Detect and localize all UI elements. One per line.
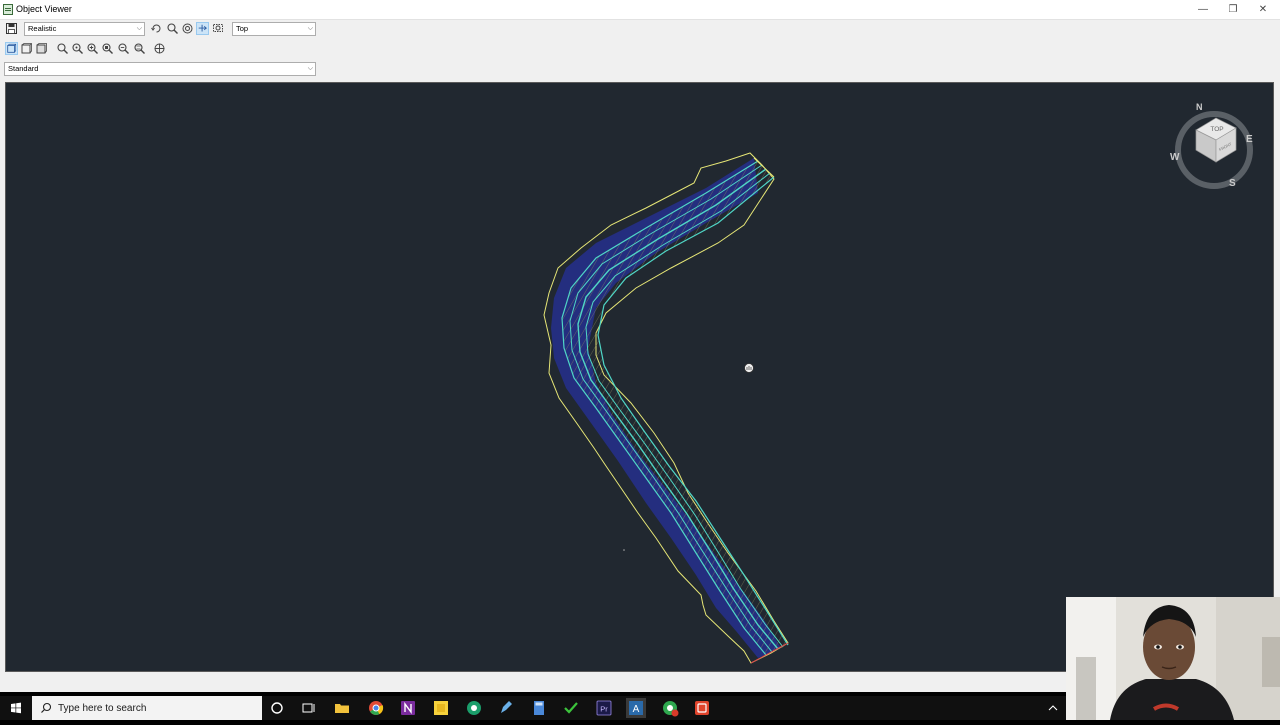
corridor-drawing: TOP FRONT N S E W xyxy=(543,102,1253,664)
zoom-window-icon[interactable] xyxy=(212,22,225,35)
start-button[interactable] xyxy=(0,696,32,720)
steering-wheel-icon[interactable] xyxy=(153,42,166,55)
object-viewer-window: Object Viewer — ❐ ✕ Realistic ⌵ Top ⌵ St… xyxy=(0,0,1280,692)
search-icon xyxy=(41,702,52,713)
compass-west[interactable]: W xyxy=(1170,152,1180,163)
zoom-all-icon[interactable] xyxy=(133,42,146,55)
zoom-plus-icon[interactable] xyxy=(86,42,99,55)
toolbar-row-1: Realistic ⌵ Top ⌵ xyxy=(0,20,320,38)
minimize-button[interactable]: — xyxy=(1188,2,1218,18)
view-value: Top xyxy=(236,24,249,33)
save-icon[interactable] xyxy=(5,22,18,35)
webcam-presenter-image xyxy=(1066,597,1280,720)
compass-south[interactable]: S xyxy=(1229,178,1236,189)
cortana-icon[interactable] xyxy=(267,698,287,718)
sticky-notes-icon[interactable] xyxy=(431,698,451,718)
civil3d-icon[interactable]: A xyxy=(626,698,646,718)
taskbar-search-box[interactable]: Type here to search xyxy=(32,696,262,720)
pan-icon[interactable] xyxy=(196,22,209,35)
view-direction-select[interactable]: Standard ⌵ xyxy=(4,62,316,76)
model-viewport[interactable]: TOP FRONT N S E W xyxy=(5,82,1274,672)
view-direction-value: Standard xyxy=(8,64,39,73)
zoom-center-icon[interactable] xyxy=(71,42,84,55)
calculator-icon[interactable] xyxy=(529,698,549,718)
webcam-overlay xyxy=(1066,597,1280,720)
onenote-icon[interactable] xyxy=(398,698,418,718)
svg-text:A: A xyxy=(633,704,640,715)
toolbar-row-2 xyxy=(0,40,320,58)
chevron-down-icon: ⌵ xyxy=(136,25,142,32)
chevron-down-icon: ⌵ xyxy=(307,25,313,32)
close-button[interactable]: ✕ xyxy=(1248,2,1278,18)
view-select[interactable]: Top ⌵ xyxy=(232,22,316,36)
file-explorer-icon[interactable] xyxy=(332,698,352,718)
recorder-icon[interactable] xyxy=(692,698,712,718)
compass-east[interactable]: E xyxy=(1246,134,1253,145)
zoom-icon[interactable] xyxy=(166,22,179,35)
3d-wireframe-icon[interactable] xyxy=(20,42,33,55)
premiere-icon[interactable]: Pr xyxy=(594,698,614,718)
zoom-minus-icon[interactable] xyxy=(117,42,130,55)
zoom-in-icon[interactable] xyxy=(56,42,69,55)
chevron-down-icon: ⌵ xyxy=(307,65,313,72)
windows-logo-icon xyxy=(11,702,21,714)
compass-north[interactable]: N xyxy=(1196,102,1203,112)
title-bar: Object Viewer — ❐ ✕ xyxy=(0,0,1280,20)
chrome-alt-icon[interactable] xyxy=(464,698,484,718)
chrome-notif-icon[interactable] xyxy=(660,698,680,718)
checkmark-icon[interactable] xyxy=(561,698,581,718)
viewcube[interactable]: TOP FRONT N S E W xyxy=(1170,102,1253,189)
point-marker xyxy=(623,549,625,551)
window-title: Object Viewer xyxy=(16,4,72,14)
2d-wireframe-icon[interactable] xyxy=(5,42,18,55)
restore-button[interactable]: ❐ xyxy=(1218,2,1248,18)
chrome-icon[interactable] xyxy=(366,698,386,718)
hidden-icon[interactable] xyxy=(35,42,48,55)
pan-cursor-icon xyxy=(744,363,754,373)
viewcube-face-label: TOP xyxy=(1210,126,1223,133)
zoom-object-icon[interactable] xyxy=(101,42,114,55)
orbit-icon[interactable] xyxy=(150,22,163,35)
svg-text:Pr: Pr xyxy=(600,705,608,714)
chevron-up-icon[interactable] xyxy=(1046,702,1060,714)
edit-icon[interactable] xyxy=(496,698,516,718)
search-placeholder: Type here to search xyxy=(58,703,147,714)
visual-style-select[interactable]: Realistic ⌵ xyxy=(24,22,145,36)
task-view-icon[interactable] xyxy=(299,698,319,718)
visual-style-value: Realistic xyxy=(28,24,57,33)
zoom-extents-icon[interactable] xyxy=(181,22,194,35)
app-icon xyxy=(3,4,13,15)
